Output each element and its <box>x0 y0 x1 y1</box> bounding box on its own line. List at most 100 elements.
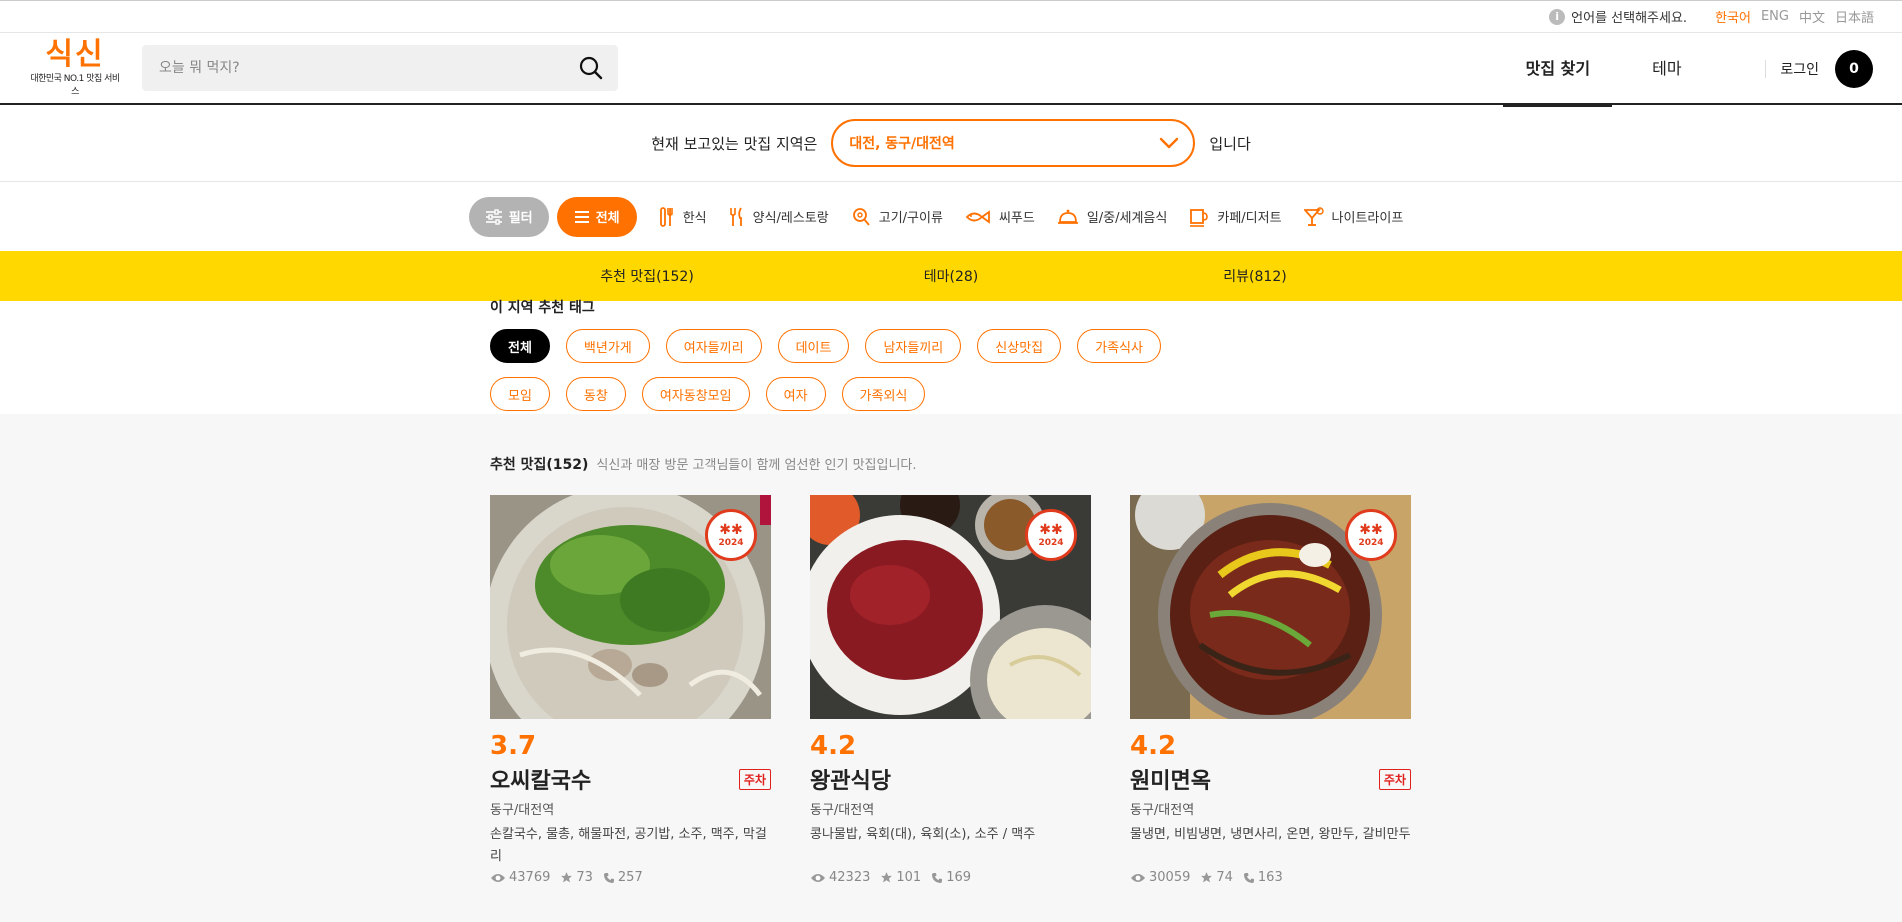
badge-year: 2024 <box>1358 538 1384 548</box>
category-label: 한식 <box>682 211 707 226</box>
restaurant-menu: 물냉면, 비빔냉면, 냉면사리, 온면, 왕만두, 갈비만두 <box>1130 827 1411 842</box>
favorites-stat: 101 <box>880 870 921 885</box>
category-korean[interactable]: 한식 <box>659 206 707 227</box>
tag-chip[interactable]: 여자 <box>765 377 826 411</box>
restaurant-photo[interactable]: ✱✱ 2024 <box>1130 495 1411 719</box>
category-label: 일/중/세계음식 <box>1086 211 1168 226</box>
region-prefix: 현재 보고있는 맛집 지역은 <box>651 134 818 153</box>
phone-icon <box>1243 872 1254 883</box>
category-world-food[interactable]: 일/중/세계음식 <box>1057 207 1168 226</box>
restaurant-stats: 42323 101 169 <box>810 870 1091 885</box>
search-icon[interactable] <box>578 55 604 81</box>
sliders-icon <box>485 208 502 225</box>
fork-knife-icon <box>729 207 742 226</box>
tag-chip[interactable]: 모임 <box>490 377 550 411</box>
favorites-stat: 73 <box>560 870 593 885</box>
restaurant-name[interactable]: 원미면옥 <box>1130 763 1211 795</box>
tag-chip[interactable]: 동창 <box>565 377 626 411</box>
phone-icon <box>932 872 943 883</box>
language-bar: i 언어를 선택해주세요. 한국어 ENG 中文 日本語 <box>0 0 1902 33</box>
tag-chip[interactable]: 여자들끼리 <box>665 329 762 363</box>
restaurant-name[interactable]: 오씨칼국수 <box>490 763 591 795</box>
nav-tab-find-restaurants[interactable]: 맛집 찾기 <box>1503 33 1613 107</box>
lang-japanese[interactable]: 日本語 <box>1835 7 1874 26</box>
region-dropdown[interactable]: 대전, 동구/대전역 <box>831 119 1196 167</box>
tag-chip[interactable]: 가족식사 <box>1077 329 1161 363</box>
nav-tab-theme[interactable]: 테마 <box>1612 33 1721 105</box>
logo[interactable]: 식신 대한민국 NO.1 맛집 서비스 <box>27 37 123 98</box>
region-suffix: 입니다 <box>1209 134 1251 153</box>
badge-stars: ✱✱ <box>1359 522 1383 538</box>
info-icon: i <box>1549 8 1566 25</box>
badge-stars: ✱✱ <box>1039 522 1063 538</box>
recommended-description: 식신과 매장 방문 고객님들이 함께 엄선한 인기 맛집입니다. <box>596 458 917 473</box>
tab-theme[interactable]: 테마(28) <box>799 266 1103 286</box>
parking-badge: 주차 <box>738 768 771 790</box>
views-count: 42323 <box>829 870 871 885</box>
tags-title: 이 지역 추천 태그 <box>490 300 595 316</box>
cloche-icon <box>1057 209 1078 224</box>
recommended-header: 추천 맛집(152) 식신과 매장 방문 고객님들이 함께 엄선한 인기 맛집입… <box>490 454 1902 474</box>
calls-stat: 163 <box>1243 870 1283 885</box>
category-all-label: 전체 <box>595 211 620 226</box>
category-meat[interactable]: 고기/구이류 <box>851 207 943 227</box>
tag-chip[interactable]: 백년가게 <box>565 329 650 363</box>
restaurant-rating: 4.2 <box>1130 731 1177 761</box>
category-all-button[interactable]: 전체 <box>556 196 637 237</box>
recommended-tags: 이 지역 추천 태그 전체 백년가게 여자들끼리 데이트 남자들끼리 신상맛집 … <box>490 297 1438 425</box>
utensils-icon <box>659 206 673 227</box>
award-badge: ✱✱ 2024 <box>1345 509 1397 561</box>
search-input[interactable] <box>159 60 578 76</box>
tag-chip[interactable]: 여자동창모임 <box>641 377 750 411</box>
tag-chip[interactable]: 남자들끼리 <box>865 329 962 363</box>
tag-chip[interactable]: 가족외식 <box>841 377 926 411</box>
category-nightlife[interactable]: 나이트라이프 <box>1303 206 1404 227</box>
category-label: 나이트라이프 <box>1331 211 1404 226</box>
category-seafood[interactable]: 씨푸드 <box>965 207 1035 226</box>
calls-count: 169 <box>946 870 972 885</box>
views-stat: 42323 <box>810 870 870 885</box>
restaurant-photo[interactable]: ✱✱ 2024 <box>490 495 771 719</box>
category-cafe[interactable]: 카페/디저트 <box>1189 207 1282 227</box>
lang-chinese[interactable]: 中文 <box>1799 7 1825 26</box>
tab-reviews[interactable]: 리뷰(812) <box>1103 266 1407 286</box>
tag-chip[interactable]: 신상맛집 <box>977 329 1062 363</box>
restaurant-card-list: ✱✱ 2024 3.7 오씨칼국수 주차 동구/대전역 손칼국수, 물총, 해물… <box>490 495 1902 885</box>
restaurant-area: 동구/대전역 <box>810 803 875 818</box>
calls-count: 163 <box>1257 870 1283 885</box>
category-label: 씨푸드 <box>998 211 1035 226</box>
login-link[interactable]: 로그인 <box>1780 59 1819 79</box>
tag-chip[interactable]: 데이트 <box>777 329 850 363</box>
recommended-section: 추천 맛집(152) 식신과 매장 방문 고객님들이 함께 엄선한 인기 맛집입… <box>0 414 1902 922</box>
calls-count: 257 <box>617 870 643 885</box>
cart-count-badge[interactable]: 0 <box>1835 50 1873 88</box>
tab-recommended[interactable]: 추천 맛집(152) <box>495 266 799 286</box>
lang-korean[interactable]: 한국어 <box>1715 7 1751 26</box>
region-bar: 현재 보고있는 맛집 지역은 대전, 동구/대전역 입니다 <box>0 105 1902 182</box>
recommended-title: 추천 맛집(152) <box>490 457 589 473</box>
star-icon <box>1201 872 1213 883</box>
restaurant-photo[interactable]: ✱✱ 2024 <box>810 495 1091 719</box>
nav-divider <box>1765 60 1767 78</box>
restaurant-card[interactable]: ✱✱ 2024 4.2 왕관식당 동구/대전역 콩나물밥, 육회(대), 육회(… <box>810 495 1091 885</box>
parking-badge: 주차 <box>1378 768 1411 790</box>
tag-chip[interactable]: 전체 <box>490 329 550 363</box>
star-icon <box>561 872 573 883</box>
eye-icon <box>491 873 505 882</box>
phone-icon <box>603 872 614 883</box>
restaurant-name[interactable]: 왕관식당 <box>810 763 891 795</box>
restaurant-card[interactable]: ✱✱ 2024 4.2 원미면옥 주차 동구/대전역 물냉면, 비빔냉면, 냉면… <box>1130 495 1411 885</box>
restaurant-rating: 4.2 <box>810 731 857 761</box>
badge-year: 2024 <box>1038 538 1064 548</box>
restaurant-card[interactable]: ✱✱ 2024 3.7 오씨칼국수 주차 동구/대전역 손칼국수, 물총, 해물… <box>490 495 771 885</box>
meat-icon <box>852 207 870 226</box>
restaurant-area: 동구/대전역 <box>490 803 555 818</box>
lang-english[interactable]: ENG <box>1761 9 1789 24</box>
chevron-down-icon <box>1160 137 1179 149</box>
calls-stat: 169 <box>931 870 971 885</box>
logo-mark: 식신 <box>45 37 105 72</box>
filter-button[interactable]: 필터 <box>468 196 549 237</box>
views-stat: 30059 <box>1130 870 1190 885</box>
category-western[interactable]: 양식/레스토랑 <box>729 207 829 227</box>
tag-list: 전체 백년가게 여자들끼리 데이트 남자들끼리 신상맛집 가족식사 모임 동창 … <box>490 329 1210 425</box>
